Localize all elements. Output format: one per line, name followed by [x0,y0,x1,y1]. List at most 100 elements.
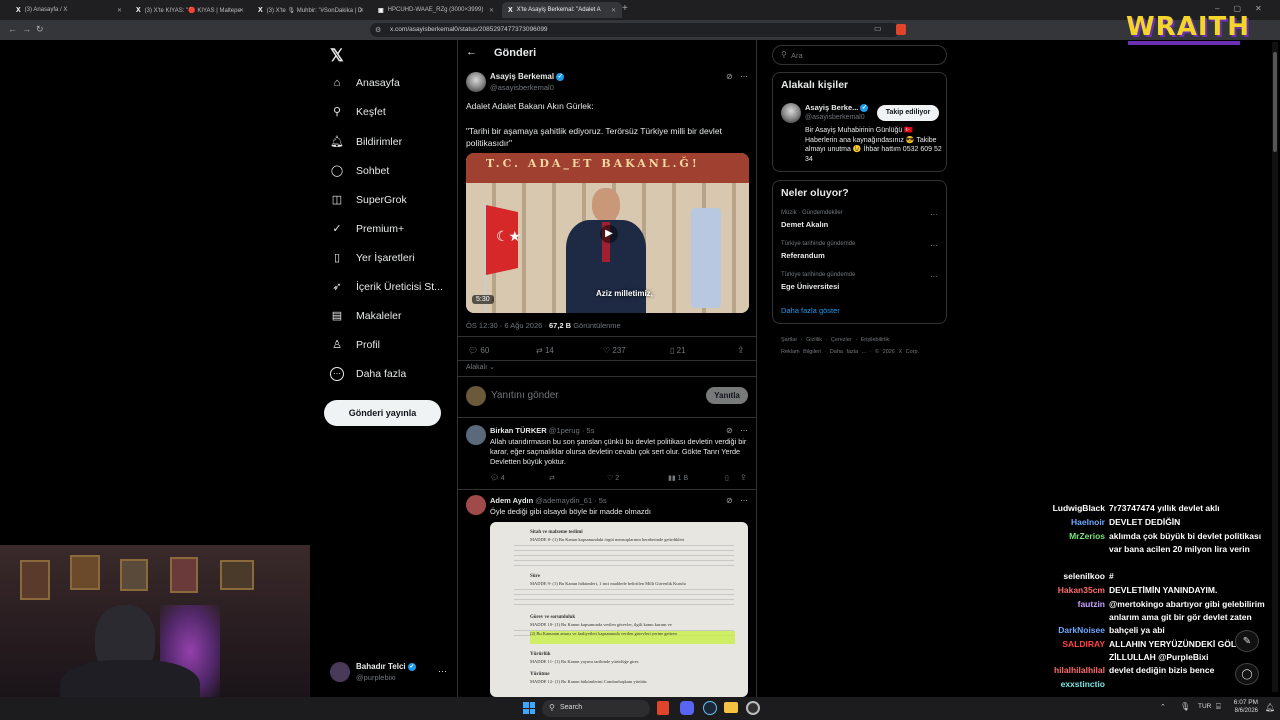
close-icon[interactable]: ✕ [489,7,494,14]
views-action[interactable]: ▮▮ 1 B [668,474,688,482]
x-logo-icon[interactable]: 𝕏 [330,46,344,66]
back-arrow-icon[interactable]: ← [466,46,477,58]
footer-link[interactable]: Gizlilik [806,337,822,343]
reply-author[interactable]: Birkan TÜRKER [490,426,547,435]
more-dots-icon[interactable]: ⋯ [740,496,748,505]
show-more-link[interactable]: Daha fazla göster [781,306,840,315]
folder-app-icon[interactable] [724,702,738,713]
document-image[interactable]: Sitah ve malzeme teslimi MADDE 8- (1) Bu… [490,522,748,697]
browser-tab[interactable]: X (3) Anasayfa / X ✕ [10,2,128,18]
windows-start-icon[interactable] [523,702,535,714]
author-name[interactable]: Asayiş Berkemal ✓ [490,72,565,81]
more-dots-icon[interactable]: ⋯ [740,72,748,81]
network-icon[interactable]: ⌸ [1216,702,1221,712]
scrollbar-thumb[interactable] [1273,52,1277,152]
share-icon[interactable]: ⇪ [737,345,745,356]
account-switcher[interactable]: Bahadır Telci ✓ @purplebixi ⋯ [330,660,450,686]
footer-link[interactable]: Şartlar [781,337,797,343]
nav-chat[interactable]: ◯ Sohbet [330,160,389,182]
play-icon[interactable]: ▶ [600,225,618,243]
browser-tab[interactable]: X (3) X'te KIYAS: "🔴 KIYAS | Maltepe ✕ [130,2,250,18]
nav-premium[interactable]: ✓ Premium+ [330,218,404,240]
browser-tab[interactable]: X (3) X'te 🎙 Muhbir: "#SonDakika | D ✕ [252,2,370,18]
reply-button[interactable]: Yanıtla [706,387,748,404]
avatar[interactable] [781,103,801,123]
more-dots-icon[interactable]: ⋯ [740,426,748,435]
close-icon[interactable]: ✕ [611,7,616,14]
nav-notifications[interactable]: 🔔︎ Bildirimler [330,131,402,153]
close-icon[interactable]: ✕ [359,7,364,14]
clock-date[interactable]: 8/6/2026 [1230,708,1258,714]
nav-supergrok[interactable]: ◫ SuperGrok [330,189,407,211]
nav-articles[interactable]: ▤ Makaleler [330,305,402,327]
repost-icon[interactable]: ⇄ [549,474,555,482]
reply-author[interactable]: Adem Aydın [490,496,533,505]
following-button[interactable]: Takip ediliyor [877,105,939,121]
more-dots-icon[interactable]: ⋯ [930,272,938,281]
brave-app-icon[interactable] [657,701,669,715]
compose-icon[interactable]: ✎ [1235,630,1259,652]
post-video[interactable]: T.C. ADA_ET BAKANL.Ğ! ☾★ ▶ Aziz milletim… [466,153,749,313]
grok-icon[interactable]: ⊘ [726,496,733,505]
site-info-icon[interactable]: ⚙ [375,26,381,34]
trend-name[interactable]: Demet Akalın [781,220,828,229]
trend-name[interactable]: Referandum [781,251,825,260]
share-icon[interactable]: ⇪ [740,473,747,482]
tray-chevron-icon[interactable]: ⌃ [1160,703,1166,711]
more-dots-icon[interactable]: ⋯ [930,210,938,219]
post-button[interactable]: Gönderi yayınla [324,400,441,426]
obs-app-icon[interactable] [746,701,760,715]
language-indicator[interactable]: TUR [1198,703,1211,710]
forward-icon[interactable]: → [22,24,31,34]
grok-icon[interactable]: ⊘ [726,426,733,435]
nav-creator-studio[interactable]: ➶ İçerik Üreticisi St... [330,276,443,298]
repost-action[interactable]: ⇄ 14 [536,346,554,355]
search-input[interactable]: Ara [791,51,803,60]
scrollbar-track[interactable] [1272,42,1278,692]
reply-avatar[interactable] [466,425,486,445]
bookmark-icon[interactable]: ▯ [725,474,729,482]
author-avatar[interactable] [466,72,486,92]
like-action[interactable]: ♡ 2 [607,474,619,482]
new-tab-icon[interactable]: + [622,3,628,14]
more-dots-icon[interactable]: ⋯ [438,666,447,677]
brave-shield-icon[interactable] [896,24,906,35]
trend-name[interactable]: Ege Üniversitesi [781,282,839,291]
cast-icon[interactable]: ▭ [874,24,882,33]
browser-tab[interactable]: ▣ HPCUHD-WAAE_RZg (3000×3999) ✕ [372,2,500,18]
browser-tab-active[interactable]: X X'te Asayiş Berkemal: "Adalet A ✕ [502,2,622,18]
reload-icon[interactable]: ↻ [36,24,44,35]
reply-avatar[interactable] [466,495,486,515]
nav-explore[interactable]: ⚲ Keşfet [330,101,386,123]
microphone-icon[interactable]: 🎙︎ [1180,702,1190,711]
close-icon[interactable]: ✕ [117,7,122,14]
reply-input[interactable]: Yanıtını gönder [491,390,559,401]
footer-link[interactable]: Reklam Bilgileri [781,349,821,355]
notification-bell-icon[interactable]: 🔔︎ [1265,703,1275,712]
steam-app-icon[interactable] [703,701,717,715]
grok-icon[interactable]: ⊘ [726,72,733,81]
clock-time[interactable]: 6:07 PM [1230,699,1258,706]
post-time[interactable]: ÖS 12:30 · 6 Ağu 2026 · [466,321,547,330]
sort-dropdown[interactable]: Alakalı ⌄ [466,363,495,371]
related-name[interactable]: Asayiş Berke... ✓ [805,103,869,113]
url-field[interactable]: x.com/asayisberkemal0/status/20852974773… [370,23,900,37]
bookmark-action[interactable]: ▯ 21 [670,346,686,355]
taskbar-search[interactable]: ⚲ Search [542,700,650,717]
back-icon[interactable]: ← [8,24,17,34]
like-action[interactable]: ♡ 237 [603,346,626,355]
footer-link[interactable]: Çerezler [831,337,852,343]
footer-link[interactable]: Daha fazla ... [830,349,866,355]
reply-action[interactable]: 💬︎ 4 [490,474,505,482]
more-dots-icon[interactable]: ⋯ [930,241,938,250]
nav-bookmarks[interactable]: ▯ Yer İşaretleri [330,247,415,269]
messages-icon[interactable]: ◯ [1235,663,1259,685]
nav-more[interactable]: ⋯ Daha fazla [330,363,406,385]
discord-app-icon[interactable] [680,701,694,715]
search-box[interactable]: ⚲ Ara [772,45,947,65]
nav-profile[interactable]: ♙ Profil [330,334,380,356]
reply-action[interactable]: 💬︎ 60 [468,346,489,355]
nav-home[interactable]: ⌂ Anasayfa [330,72,400,94]
footer-link[interactable]: Erişilebilirlik [861,337,890,343]
close-icon[interactable]: ✕ [239,7,244,14]
